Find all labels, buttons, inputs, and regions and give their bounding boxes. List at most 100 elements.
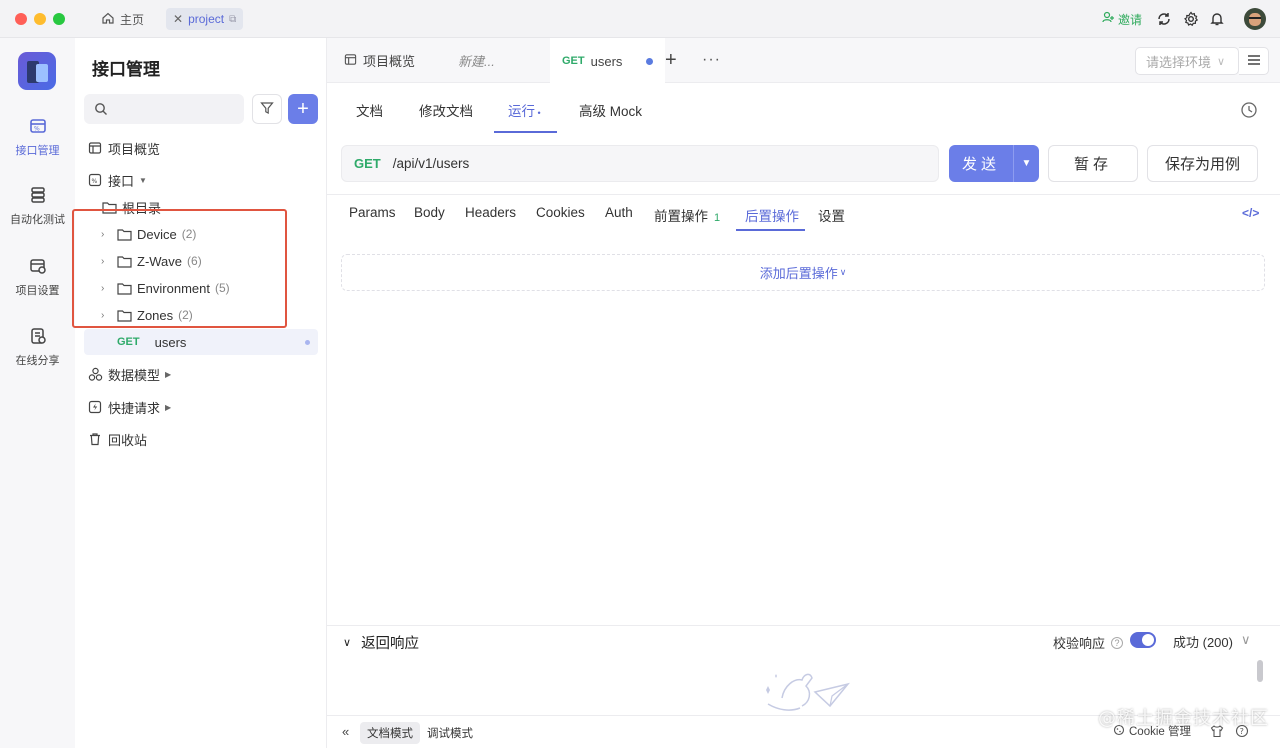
tab-get-users[interactable]: GET users [550,38,666,84]
notifications-button[interactable] [1207,8,1227,30]
tab-post-operations[interactable]: 后置操作 [745,205,799,225]
share-icon [28,326,48,346]
api-icon: % [28,116,48,136]
more-tabs-button[interactable]: ··· [702,51,721,69]
collapse-sidebar-icon[interactable]: « [342,724,349,739]
external-link-icon[interactable]: ⧉ [229,14,236,25]
environment-placeholder: 请选择环境 [1146,54,1212,70]
editor-tabs-bar: 项目概览 新建... GET users + ··· 请选择环境 ∨ [327,38,1280,84]
window-minimize-button[interactable] [34,13,46,25]
caret-right-icon: ▶ [165,369,172,379]
project-tab[interactable]: ✕ project ⧉ [166,8,244,30]
divider [327,625,1280,626]
method-select[interactable]: GET [354,156,381,171]
tab-auth[interactable]: Auth [605,205,633,220]
logo-shape-front [36,64,48,82]
debug-mode-button[interactable]: 调试模式 [420,722,480,744]
send-button[interactable]: 发送 ▼ [949,145,1039,182]
tab-cookies[interactable]: Cookies [536,205,585,220]
close-icon[interactable]: ✕ [173,12,183,26]
window-close-button[interactable] [15,13,27,25]
history-icon[interactable] [1240,101,1258,122]
save-as-case-button[interactable]: 保存为用例 [1147,145,1258,182]
tree-item-overview[interactable]: 项目概览 [87,137,160,159]
project-tab-label: project [188,12,225,26]
rail-item-label: 接口管理 [15,145,60,157]
send-label: 发送 [961,156,1000,173]
tab-params[interactable]: Params [349,205,396,220]
subtab-advanced-mock[interactable]: 高级 Mock [579,100,642,120]
tab-label: 前置操作 [654,209,708,224]
plus-icon: + [297,98,309,120]
rail-item-project-settings[interactable]: 项目设置 [0,256,75,298]
tree-item-interfaces[interactable]: % 接口 ▼ [87,169,147,191]
endpoint-name: users [154,334,187,350]
save-temp-button[interactable]: 暂存 [1048,145,1138,182]
rail-item-share[interactable]: 在线分享 [0,326,75,368]
response-title: 返回响应 [361,636,420,652]
tree-item-data-models[interactable]: 数据模型 ▶ [87,363,171,385]
subtab-edit-doc[interactable]: 修改文档 [419,100,473,120]
home-tab[interactable]: 主页 [94,8,151,30]
chevron-down-icon: ∨ [1217,55,1226,68]
tab-settings[interactable]: 设置 [818,205,845,225]
settings-button[interactable] [1181,8,1201,30]
add-post-label: 添加后置操作 [759,266,838,281]
verify-toggle[interactable] [1130,632,1156,648]
invite-button[interactable]: 邀请 [1102,8,1142,30]
tree-item-quick-requests[interactable]: 快捷请求 ▶ [87,396,171,418]
watermark: @稀土掘金技术社区 [1098,708,1269,729]
bell-icon [1207,9,1227,29]
url-value: /api/v1/users [392,156,470,171]
home-tab-label: 主页 [120,12,145,27]
subtab-active-indicator [494,131,557,133]
chevron-down-icon[interactable]: ▼ [1014,158,1039,169]
subtab-label: 运行 [508,104,535,119]
unsaved-dot [305,340,310,345]
window-maximize-button[interactable] [53,13,65,25]
help-icon[interactable]: ? [1111,636,1124,649]
avatar[interactable] [1244,8,1266,30]
search-icon [94,102,108,119]
rail-item-api-management[interactable]: % 接口管理 [0,116,75,158]
url-input[interactable]: GET /api/v1/users [341,145,939,182]
svg-text:%: % [92,178,98,185]
tab-headers[interactable]: Headers [465,205,516,220]
invite-label: 邀请 [1118,12,1143,27]
overview-icon [87,140,103,156]
subtab-run[interactable]: 运行 • [508,100,541,120]
response-header[interactable]: ∨ 返回响应 [343,632,419,653]
add-button[interactable]: + [288,94,318,124]
tab-label: users [590,53,623,69]
chevron-down-icon[interactable]: ∨ [343,636,351,649]
search-input[interactable] [84,94,244,124]
rail-item-automation[interactable]: 自动化测试 [0,185,75,227]
tree-item-label: 数据模型 [108,367,161,383]
tab-project-overview[interactable]: 项目概览 [344,38,415,83]
tree-item-trash[interactable]: 回收站 [87,428,147,450]
title-bar: 主页 ✕ project ⧉ 邀请 [0,0,1280,38]
environment-menu-button[interactable] [1239,47,1269,75]
sync-button[interactable] [1154,8,1174,30]
filter-button[interactable] [252,94,282,124]
tab-body[interactable]: Body [414,205,445,220]
app-logo [18,52,56,90]
lightning-icon [87,399,103,415]
tab-pre-operations[interactable]: 前置操作 1 [654,205,720,225]
filter-icon [260,101,274,118]
doc-mode-button[interactable]: 文档模式 [360,722,420,744]
scrollbar[interactable] [1257,660,1263,682]
add-post-operation-button[interactable]: 添加后置操作 ∨ [341,254,1265,291]
overview-icon [344,53,357,69]
subtab-doc[interactable]: 文档 [356,100,383,120]
count-badge: 1 [714,212,721,224]
environment-select[interactable]: 请选择环境 ∨ [1135,47,1239,75]
project-settings-icon [28,256,48,276]
code-icon[interactable]: </> [1242,206,1259,220]
add-user-icon [1102,11,1115,27]
sync-icon [1154,9,1174,29]
tree-endpoint-users[interactable]: GET users [84,329,318,355]
new-tab-button[interactable]: + [665,49,677,72]
tab-new[interactable]: 新建... [458,38,495,83]
response-status-select[interactable]: 成功 (200) ∨ [1173,632,1250,651]
